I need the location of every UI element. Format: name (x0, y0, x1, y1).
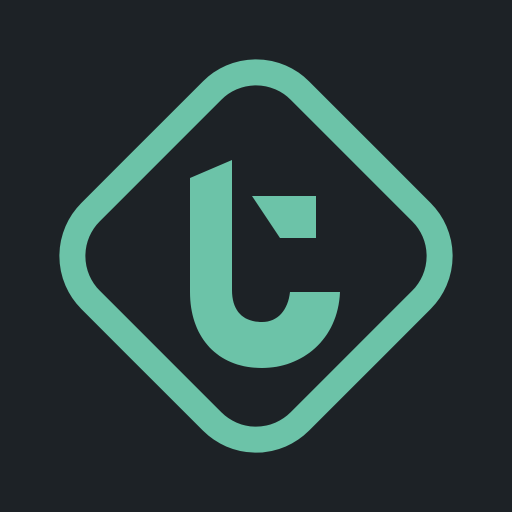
t-letter-stem-icon (190, 160, 340, 368)
app-icon (0, 0, 512, 512)
logo-graphic (59, 59, 453, 453)
rounded-diamond-frame (59, 59, 453, 453)
t-letter-crossbar-icon (252, 196, 316, 238)
